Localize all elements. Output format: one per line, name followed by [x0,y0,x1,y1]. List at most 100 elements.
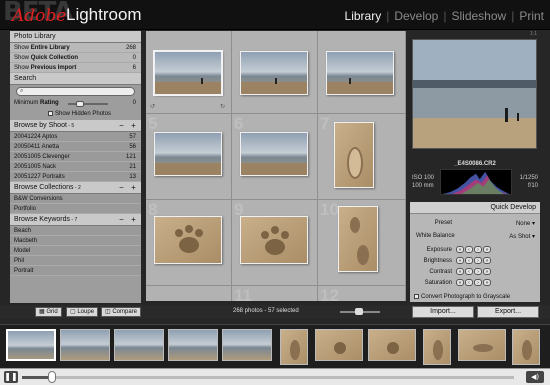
rotate-left-icon[interactable]: ↺ [150,103,155,110]
grid-cell[interactable] [318,31,406,114]
progress-scrubber[interactable] [47,371,56,383]
filmstrip-thumbnail[interactable] [60,329,110,361]
add-shoot-button[interactable]: + [129,121,138,130]
filmstrip-thumbnail[interactable] [168,329,218,361]
beach-thumbnail[interactable] [240,132,308,176]
step-button[interactable]: « [456,246,464,253]
keyword-item[interactable]: Beach [10,226,141,236]
shoot-item[interactable]: 20041224 Aptos 57 [10,132,141,142]
keyword-item[interactable]: Phil [10,256,141,266]
pawprint-thumbnail[interactable] [154,216,222,264]
beach-thumbnail[interactable] [240,51,308,95]
step-button[interactable]: » [483,268,491,275]
search-input[interactable]: ⌕ [16,87,135,96]
loupe-view-button[interactable]: ▢ Loupe [66,307,99,317]
module-develop[interactable]: Develop [394,9,438,23]
library-row-entire[interactable]: Show Entire Library 268 [10,43,141,53]
module-library[interactable]: Library [345,9,382,23]
footprint-thumbnail[interactable] [338,206,378,272]
browse-shoot-header[interactable]: Browse by Shoot - 5 − + [10,120,141,132]
thumbnail-size-knob[interactable] [355,308,363,315]
pause-button[interactable]: ❚❚ [4,371,18,383]
module-slideshow[interactable]: Slideshow [451,9,506,23]
navigator-preview[interactable] [412,39,537,149]
keyword-item[interactable]: Model [10,246,141,256]
filmstrip-thumbnail[interactable] [222,329,272,361]
shoot-item[interactable]: 20051005 Nack 21 [10,162,141,172]
white-balance-dropdown[interactable]: As Shot ▾ [509,233,535,240]
grid-cell[interactable]: 10 [318,200,406,286]
grid-cell[interactable]: 8 [146,200,232,286]
collection-item[interactable]: Portfolio [10,204,141,214]
beach-thumbnail[interactable] [153,50,223,96]
grid-cell[interactable]: 6 [232,114,318,200]
navigator-zoom[interactable]: 1:1 [410,31,540,37]
step-button[interactable]: ‹ [465,257,473,264]
compare-view-button[interactable]: ◫ Compare [101,307,142,317]
filmstrip-thumbnail[interactable] [280,329,308,365]
footprint-thumbnail[interactable] [334,122,374,188]
volume-icon[interactable]: ◀) [526,371,544,383]
filmstrip-thumbnail[interactable] [458,329,506,361]
step-button[interactable]: › [474,268,482,275]
grid-cell[interactable]: 5 [146,114,232,200]
grid-cell[interactable] [232,31,318,114]
rotate-right-icon[interactable]: ↻ [220,103,225,110]
shoot-item[interactable]: 20051005 Clevenger 121 [10,152,141,162]
step-button[interactable]: › [474,257,482,264]
photo-library-header[interactable]: Photo Library [10,31,141,43]
module-print[interactable]: Print [519,9,544,23]
step-button[interactable]: « [456,268,464,275]
grid-cell[interactable]: ↺ ↻ [146,31,232,114]
rating-slider-track[interactable] [68,103,108,105]
step-button[interactable]: » [483,279,491,286]
search-header[interactable]: Search [10,73,141,85]
filmstrip-thumbnail[interactable] [114,329,164,361]
export-button[interactable]: Export... [477,306,539,318]
grid-cell[interactable] [146,286,232,301]
shoot-item[interactable]: 20051227 Portraits 13 [10,172,141,182]
preset-dropdown[interactable]: None ▾ [516,220,535,227]
filmstrip-thumbnail[interactable] [315,329,363,361]
grid-view-button[interactable]: ▦ Grid [35,307,62,317]
import-button[interactable]: Import... [412,306,474,318]
remove-collection-button[interactable]: − [117,183,126,192]
remove-keyword-button[interactable]: − [117,215,126,224]
step-button[interactable]: ‹ [465,246,473,253]
browse-collections-header[interactable]: Browse Collections - 2 − + [10,182,141,194]
filmstrip-thumbnail[interactable] [512,329,540,365]
filmstrip-thumbnail[interactable] [423,329,451,365]
rating-slider-knob[interactable] [76,101,84,107]
step-button[interactable]: ‹ [465,268,473,275]
pawprint-thumbnail[interactable] [240,216,308,264]
step-button[interactable]: » [483,246,491,253]
step-button[interactable]: › [474,279,482,286]
library-row-previous[interactable]: Show Previous Import 6 [10,63,141,73]
keyword-item[interactable]: Portrait [10,266,141,276]
grid-cell[interactable]: 7 [318,114,406,200]
shoot-item[interactable]: 20050411 Anetta 56 [10,142,141,152]
step-button[interactable]: » [483,257,491,264]
filmstrip-thumbnail[interactable] [368,329,416,361]
quick-develop-header[interactable]: Quick Develop [410,202,540,214]
grid-cell[interactable]: 12 [318,286,406,301]
grayscale-checkbox[interactable]: Convert Photograph to Grayscale [414,294,510,300]
step-button[interactable]: « [456,279,464,286]
remove-shoot-button[interactable]: − [117,121,126,130]
collection-item[interactable]: B&W Conversions [10,194,141,204]
filmstrip-thumbnail[interactable] [6,329,56,361]
add-collection-button[interactable]: + [129,183,138,192]
keyword-item[interactable]: Macbeth [10,236,141,246]
beach-thumbnail[interactable] [326,51,394,95]
browse-keywords-header[interactable]: Browse Keywords - 7 − + [10,214,141,226]
step-button[interactable]: › [474,246,482,253]
add-keyword-button[interactable]: + [129,215,138,224]
library-row-quick[interactable]: Show Quick Collection 0 [10,53,141,63]
step-button[interactable]: ‹ [465,279,473,286]
beach-thumbnail[interactable] [154,132,222,176]
show-hidden-checkbox[interactable]: Show Hidden Photos [10,110,141,120]
progress-bar[interactable] [22,376,514,379]
step-button[interactable]: « [456,257,464,264]
grid-cell[interactable]: 11 [232,286,318,301]
grid-cell[interactable]: 9 [232,200,318,286]
